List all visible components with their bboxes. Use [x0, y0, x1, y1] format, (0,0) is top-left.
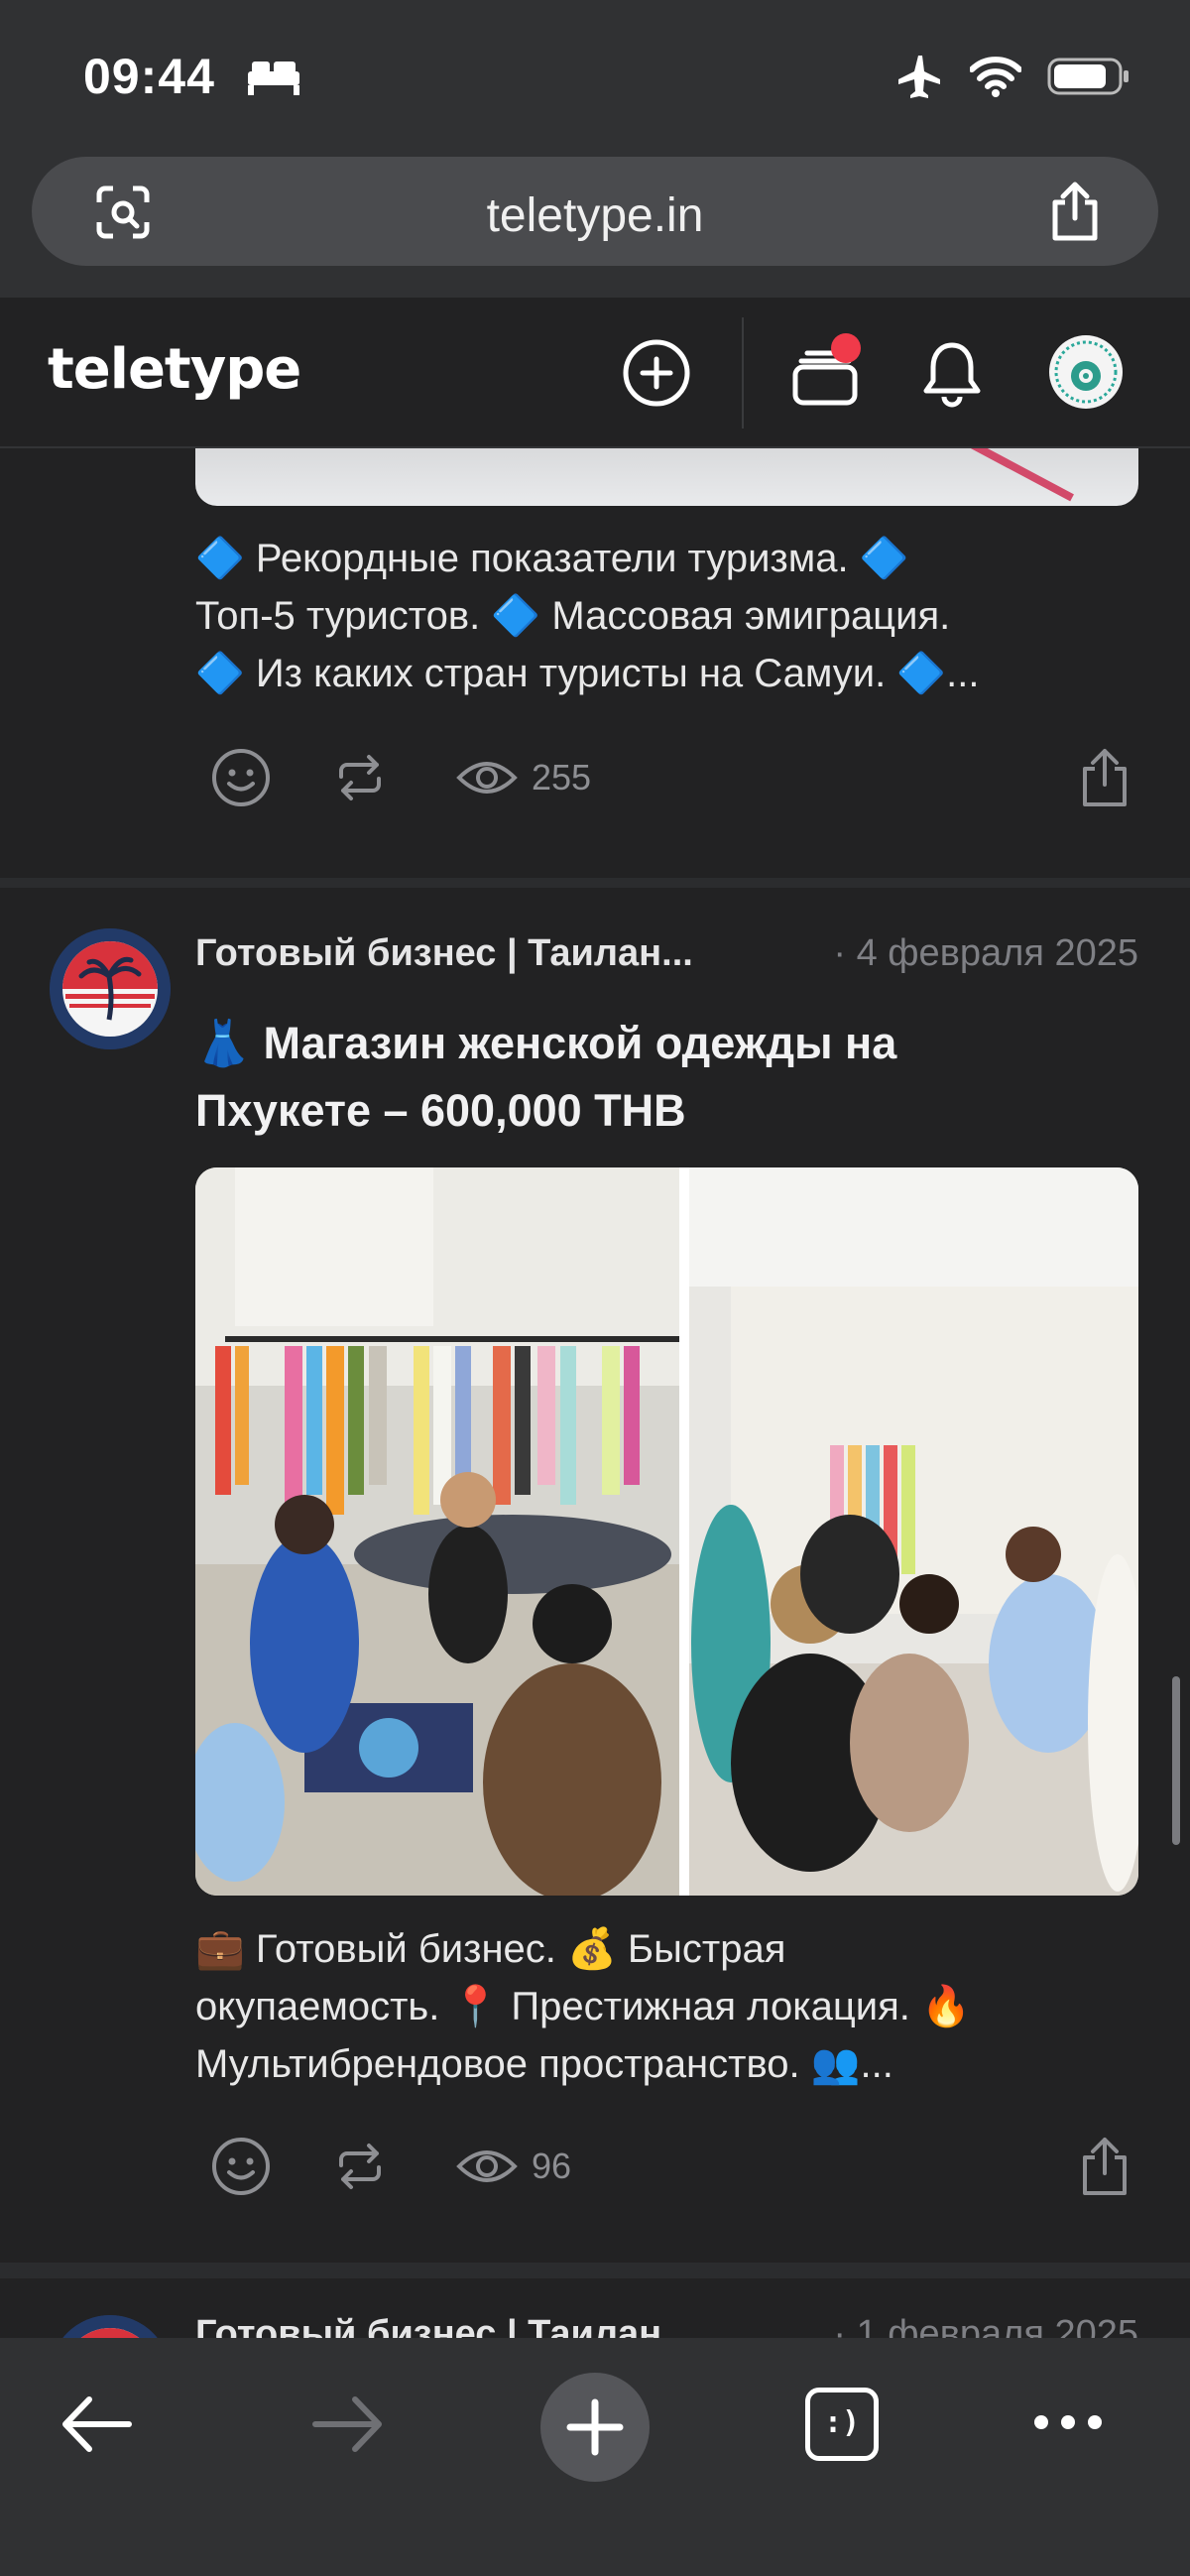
status-time: 09:44	[83, 49, 215, 104]
share-icon	[1083, 2138, 1127, 2195]
post-excerpt[interactable]: 💼 Готовый бизнес. 💰 Быстрая окупаемость.…	[195, 1920, 1147, 2093]
repost-icon	[339, 755, 381, 800]
create-post-icon[interactable]	[621, 337, 692, 409]
eye-icon	[456, 2150, 518, 2182]
smile-icon	[212, 2138, 270, 2195]
plus-icon	[566, 2398, 624, 2456]
post-date: · 1 февраля 2025	[833, 2313, 1138, 2338]
scrollbar[interactable]	[1172, 1676, 1180, 1845]
post-separator	[0, 2263, 1190, 2278]
teletype-logo[interactable]: teletype	[48, 337, 301, 402]
excerpt-line: 🔷 Из каких стран туристы на Самуи. 🔷...	[195, 652, 980, 695]
repost-button[interactable]	[333, 2132, 387, 2201]
excerpt-line: 💼 Готовый бизнес. 💰 Быстрая	[195, 1927, 786, 1971]
excerpt-line: 🔷 Рекордные показатели туризма. 🔷	[195, 537, 909, 580]
sleep-focus-icon	[248, 61, 299, 95]
author-avatar[interactable]	[50, 928, 171, 1049]
site-header: teletype	[0, 298, 1190, 448]
palm-logo-image	[50, 928, 171, 1049]
back-arrow-icon[interactable]	[58, 2390, 135, 2459]
excerpt-line: Топ-5 туристов. 🔷 Массовая эмиграция.	[195, 594, 951, 638]
post-separator	[0, 878, 1190, 888]
post-title[interactable]: 👗 Магазин женской одежды на Пхукете – 60…	[195, 1010, 1088, 1145]
battery-icon	[1047, 58, 1129, 95]
more-options-icon[interactable]	[1031, 2407, 1105, 2437]
post-photo-collage	[195, 1167, 1138, 1896]
post-actions: 96	[210, 2132, 1130, 2201]
reaction-button[interactable]	[210, 743, 272, 812]
feed: 🔷 Рекордные показатели туризма. 🔷 Топ-5 …	[0, 448, 1190, 2338]
post-author[interactable]: Готовый бизнес | Таилан...	[195, 932, 693, 975]
views-count: 255	[532, 757, 592, 797]
smile-icon	[212, 749, 270, 806]
forward-arrow-icon[interactable]	[309, 2390, 387, 2459]
post-author[interactable]: Готовый бизнес | Таилан...	[195, 2313, 693, 2338]
bell-icon[interactable]	[916, 337, 988, 409]
status-indicators	[894, 52, 1130, 101]
airplane-mode-icon	[898, 56, 940, 98]
new-tab-button[interactable]	[540, 2373, 650, 2482]
wifi-icon	[970, 57, 1021, 97]
share-button[interactable]	[1079, 743, 1130, 812]
tabs-button[interactable]: :)	[805, 2388, 879, 2461]
views-count: 96	[532, 2146, 572, 2186]
title-line: Пхукете – 600,000 THB	[195, 1085, 686, 1136]
prev-post-excerpt[interactable]: 🔷 Рекордные показатели туризма. 🔷 Топ-5 …	[195, 530, 1147, 702]
views-counter: 96	[456, 2132, 571, 2201]
reaction-button[interactable]	[210, 2132, 272, 2201]
excerpt-line: Мультибрендовое пространство. 👥...	[195, 2042, 893, 2086]
palm-logo-image	[62, 2315, 158, 2338]
excerpt-line: окупаемость. 📍 Престижная локация. 🔥	[195, 1985, 971, 2028]
post-date: · 4 февраля 2025	[833, 932, 1138, 974]
prev-post-image[interactable]	[195, 448, 1138, 506]
post-image[interactable]	[195, 1167, 1138, 1896]
repost-button[interactable]	[333, 743, 387, 812]
notification-badge	[831, 333, 861, 363]
repost-icon	[339, 2144, 381, 2189]
user-avatar-image	[1054, 340, 1118, 404]
status-bar: 09:44	[0, 0, 1190, 149]
header-divider	[742, 317, 744, 429]
share-icon[interactable]	[1047, 181, 1103, 242]
views-counter: 255	[456, 743, 591, 812]
browser-toolbar: :)	[0, 2338, 1190, 2576]
user-avatar[interactable]	[1049, 335, 1123, 409]
url-text[interactable]: teletype.in	[32, 188, 1158, 243]
eye-icon	[456, 762, 518, 794]
prev-post-actions: 255	[210, 743, 1130, 812]
browser-chrome: teletype.in	[0, 149, 1190, 298]
title-line: 👗 Магазин женской одежды на	[195, 1018, 897, 1068]
share-icon	[1083, 749, 1127, 806]
share-button[interactable]	[1079, 2132, 1130, 2201]
address-bar[interactable]: teletype.in	[32, 157, 1158, 266]
author-avatar[interactable]	[50, 2315, 171, 2338]
